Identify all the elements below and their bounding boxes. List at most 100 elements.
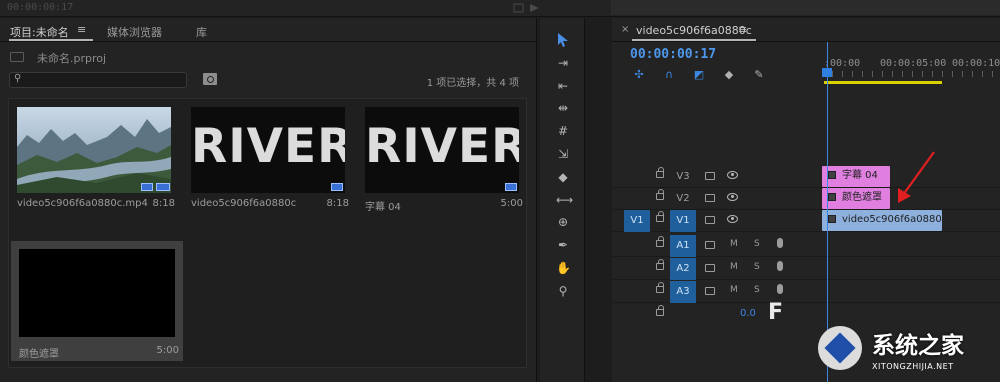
slip-tool-icon[interactable]: ⇲ (556, 147, 570, 161)
track-select-tool-icon[interactable]: ⇥ (556, 56, 570, 70)
master-volume[interactable]: 0.0 (740, 308, 756, 319)
razor-tool-icon[interactable]: ◆ (556, 170, 570, 184)
mute-button[interactable]: M (730, 262, 738, 272)
clip-grid: video5c906f6a0880c.mp4 8:18 RIVER video5… (8, 98, 527, 368)
track-a3: A3 M S (612, 281, 1000, 303)
tab-media-browser[interactable]: 媒体浏览器 (107, 24, 162, 40)
lock-icon[interactable] (656, 167, 664, 178)
timeline-clip[interactable]: video5c906f6a0880c. (822, 210, 942, 231)
search-input[interactable]: ⚲ (9, 72, 187, 88)
landscape-thumbnail (17, 107, 171, 193)
export-frame-icon[interactable] (512, 2, 542, 14)
settings-wrench-icon[interactable]: ✎ (752, 69, 766, 81)
lock-icon[interactable] (656, 211, 664, 222)
tab-libraries[interactable]: 库 (196, 24, 207, 40)
track-label[interactable]: V3 (670, 166, 696, 188)
lock-icon[interactable] (656, 259, 664, 270)
panel-menu-icon[interactable]: ≡ (77, 23, 86, 36)
slide-tool-icon[interactable]: ⟷ (556, 193, 573, 207)
sync-lock-icon[interactable] (705, 287, 715, 295)
lock-icon[interactable] (656, 236, 664, 247)
zoom-tool-icon[interactable]: ⚲ (556, 284, 570, 298)
lock-icon[interactable] (656, 305, 664, 316)
mute-button[interactable]: M (730, 285, 738, 295)
tools-panel: ⇥ ⇤ ⇹ # ⇲ ◆ ⟷ ⊕ ✒ ✋ ⚲ (540, 18, 585, 382)
track-select-forward-icon[interactable]: ⊕ (556, 215, 570, 229)
rate-stretch-tool-icon[interactable]: # (556, 124, 570, 138)
clip-thumbnail (19, 249, 175, 337)
clip-fx-icon (828, 171, 836, 179)
sync-lock-icon[interactable] (705, 194, 715, 202)
clip-thumbnail (17, 107, 171, 193)
clip-name: video5c906f6a0880c.mp4 (17, 198, 148, 209)
selection-tool-icon[interactable] (556, 33, 570, 47)
top-strip: 00:00:00:17 (0, 0, 1000, 17)
track-label[interactable]: A1 (670, 235, 696, 257)
track-v1: V1 V1 video5c906f6a0880c. (612, 210, 1000, 232)
eye-icon[interactable] (727, 215, 738, 223)
track-label[interactable]: A3 (670, 281, 696, 303)
clip-item-selected[interactable]: 颜色遮罩 5:00 (11, 241, 183, 361)
source-patch-v1[interactable]: V1 (624, 210, 650, 232)
clip-fx-icon (828, 215, 836, 223)
sync-lock-icon[interactable] (705, 216, 715, 224)
clip-item[interactable]: RIVER 字幕 04 5:00 (357, 99, 527, 217)
timeline-menu-icon[interactable]: ≡ (738, 23, 747, 36)
track-label[interactable]: V1 (670, 210, 696, 232)
microphone-icon[interactable] (777, 284, 783, 294)
timeline-clip[interactable]: 颜色遮罩 (822, 188, 890, 209)
hand-tool-icon[interactable]: ✋ (556, 261, 571, 275)
project-panel: 项目:未命名 ≡ 媒体浏览器 库 未命名.prproj ⚲ 1 项已选择，共 4… (0, 18, 537, 382)
work-area-bar[interactable] (824, 81, 942, 84)
solo-button[interactable]: S (754, 262, 760, 272)
pen-tool-icon[interactable]: ✒ (556, 238, 570, 252)
active-tab-underline (9, 39, 93, 41)
program-monitor-bar (611, 0, 1000, 15)
ripple-edit-tool-icon[interactable]: ⇤ (556, 79, 570, 93)
rolling-edit-tool-icon[interactable]: ⇹ (556, 101, 570, 115)
watermark: 系统之家 XITONGZHIJIA.NET (818, 320, 1000, 382)
nest-icon[interactable]: ✣ (632, 69, 646, 81)
track-v3: V3 字幕 04 (612, 166, 1000, 188)
watermark-logo-icon (818, 326, 862, 370)
watermark-fragment: F (768, 300, 784, 325)
tab-project[interactable]: 项目:未命名 (10, 24, 69, 40)
lock-icon[interactable] (656, 189, 664, 200)
timeline-timecode[interactable]: 00:00:00:17 (630, 47, 716, 62)
sync-lock-icon[interactable] (705, 172, 715, 180)
solo-button[interactable]: S (754, 285, 760, 295)
snap-icon[interactable]: ∩ (662, 69, 676, 81)
microphone-icon[interactable] (777, 238, 783, 248)
linked-selection-icon[interactable]: ◩ (692, 69, 706, 81)
eye-icon[interactable] (727, 193, 738, 201)
selection-status: 1 项已选择，共 4 项 (426, 78, 519, 89)
add-marker-icon[interactable]: ◆ (722, 69, 736, 81)
sync-lock-icon[interactable] (705, 264, 715, 272)
time-ruler[interactable] (822, 71, 1000, 77)
search-icon: ⚲ (14, 73, 22, 84)
solo-button[interactable]: S (754, 239, 760, 249)
track-label[interactable]: A2 (670, 258, 696, 280)
timeline-clip[interactable]: 字幕 04 (822, 166, 890, 187)
lock-icon[interactable] (656, 282, 664, 293)
playhead-handle[interactable] (822, 68, 832, 77)
clip-fx-icon (828, 193, 836, 201)
track-label[interactable]: V2 (670, 188, 696, 210)
clip-item[interactable]: RIVER video5c906f6a0880c 8:18 (183, 99, 353, 217)
mute-button[interactable]: M (730, 239, 738, 249)
clip-name: video5c906f6a0880c (191, 198, 297, 209)
tab-sequence[interactable]: video5c906f6a0880c (636, 24, 752, 37)
clip-item[interactable]: video5c906f6a0880c.mp4 8:18 (9, 99, 179, 217)
microphone-icon[interactable] (777, 261, 783, 271)
sequence-badge-icon (331, 183, 343, 191)
project-file-icon (10, 52, 24, 62)
new-search-bin-icon[interactable] (203, 73, 217, 85)
video-badge-icon (505, 183, 517, 191)
project-file-name: 未命名.prproj (37, 52, 107, 65)
sync-lock-icon[interactable] (705, 241, 715, 249)
close-icon[interactable]: × (621, 24, 629, 35)
eye-icon[interactable] (727, 171, 738, 179)
ruler-label: 00:00:10:00 (952, 58, 1000, 69)
clip-duration: 8:18 (152, 198, 175, 209)
clip-thumbnail: RIVER (365, 107, 519, 193)
